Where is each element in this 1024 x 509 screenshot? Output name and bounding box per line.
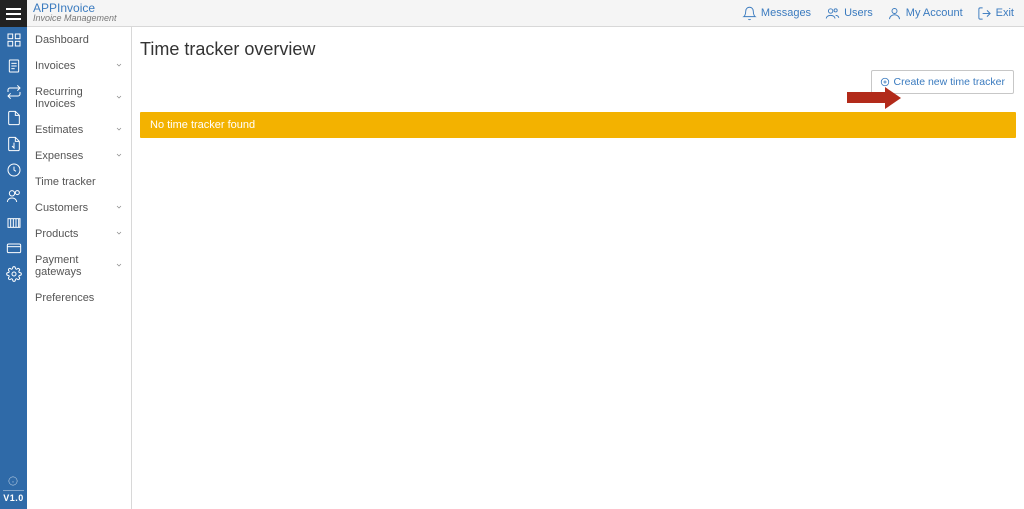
toolbar: Create new time tracker (140, 70, 1016, 94)
plus-circle-icon (880, 77, 890, 87)
chevron-down-icon (115, 228, 123, 240)
time-tracker-icon[interactable] (0, 157, 27, 183)
chevron-down-icon (115, 60, 123, 72)
sidebar-item-label: Dashboard (35, 34, 89, 46)
recurring-icon[interactable] (0, 79, 27, 105)
sidebar-item-estimates[interactable]: Estimates (27, 117, 131, 143)
sidebar-item-expenses[interactable]: Expenses (27, 143, 131, 169)
sidebar-item-gateways[interactable]: Payment gateways (27, 247, 131, 285)
sidebar-item-label: Estimates (35, 124, 83, 136)
sidebar-item-recurring[interactable]: Recurring Invoices (27, 79, 131, 117)
sidebar-item-customers[interactable]: Customers (27, 195, 131, 221)
sidebar-item-invoices[interactable]: Invoices (27, 53, 131, 79)
expenses-icon[interactable] (0, 131, 27, 157)
sidebar-item-label: Products (35, 228, 78, 240)
users-icon (825, 6, 840, 21)
user-icon (887, 6, 902, 21)
sidebar-item-label: Preferences (35, 292, 94, 304)
nav-label: Users (844, 7, 873, 19)
create-time-tracker-button[interactable]: Create new time tracker (871, 70, 1014, 94)
main-content: Time tracker overview Create new time tr… (132, 27, 1024, 509)
preferences-icon[interactable] (0, 261, 27, 287)
sidebar-item-label: Payment gateways (35, 254, 115, 278)
products-icon[interactable] (0, 209, 27, 235)
chevron-down-icon (115, 202, 123, 214)
bell-icon (742, 6, 757, 21)
sidebar-item-label: Invoices (35, 60, 75, 72)
chevron-down-icon (115, 92, 123, 104)
page-title: Time tracker overview (140, 39, 1016, 60)
nav-users[interactable]: Users (825, 6, 873, 21)
info-icon[interactable] (8, 476, 18, 488)
payment-gateways-icon[interactable] (0, 235, 27, 261)
button-label: Create new time tracker (894, 76, 1005, 88)
sidebar-item-timetracker[interactable]: Time tracker (27, 169, 131, 195)
invoices-icon[interactable] (0, 53, 27, 79)
header-nav: Messages Users My Account Exit (742, 6, 1014, 21)
chevron-down-icon (115, 260, 123, 272)
icon-rail: V1.0 (0, 0, 27, 509)
exit-icon (977, 6, 992, 21)
nav-label: My Account (906, 7, 963, 19)
sidebar-item-label: Recurring Invoices (35, 86, 115, 110)
sidebar-item-label: Time tracker (35, 176, 96, 188)
estimates-icon[interactable] (0, 105, 27, 131)
dashboard-icon[interactable] (0, 27, 27, 53)
brand-tagline: Invoice Management (33, 14, 117, 24)
nav-account[interactable]: My Account (887, 6, 963, 21)
sidebar: Dashboard Invoices Recurring Invoices Es… (27, 27, 132, 509)
customers-icon[interactable] (0, 183, 27, 209)
sidebar-item-preferences[interactable]: Preferences (27, 285, 131, 311)
sidebar-item-label: Expenses (35, 150, 83, 162)
chevron-down-icon (115, 150, 123, 162)
alert-text: No time tracker found (150, 119, 255, 131)
sidebar-item-products[interactable]: Products (27, 221, 131, 247)
hamburger-menu[interactable] (0, 0, 27, 27)
nav-messages[interactable]: Messages (742, 6, 811, 21)
nav-exit[interactable]: Exit (977, 6, 1014, 21)
sidebar-item-label: Customers (35, 202, 88, 214)
chevron-down-icon (115, 124, 123, 136)
nav-label: Messages (761, 7, 811, 19)
version-label: V1.0 (3, 490, 24, 503)
header: APPInvoice Invoice Management Messages U… (27, 0, 1024, 27)
alert-no-results: No time tracker found (140, 112, 1016, 138)
brand[interactable]: APPInvoice Invoice Management (33, 2, 117, 24)
nav-label: Exit (996, 7, 1014, 19)
sidebar-item-dashboard[interactable]: Dashboard (27, 27, 131, 53)
